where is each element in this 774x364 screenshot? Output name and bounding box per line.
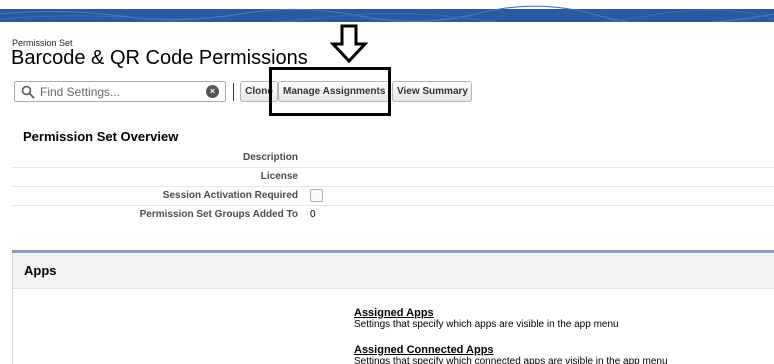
toolbar-divider [233, 83, 234, 101]
description-row: Description [12, 149, 774, 168]
down-arrow-icon [330, 24, 368, 64]
highlight-box [269, 67, 391, 116]
assigned-apps-description: Settings that specify which apps are vis… [354, 319, 619, 330]
apps-header [12, 253, 774, 289]
assigned-apps-link[interactable]: Assigned Apps [354, 307, 619, 319]
assigned-apps-item: Assigned Apps Settings that specify whic… [354, 307, 619, 330]
assigned-connected-apps-description: Settings that specify which connected ap… [354, 356, 668, 364]
apps-left-border [12, 253, 13, 364]
search-input[interactable] [40, 84, 200, 100]
search-icon [21, 85, 35, 99]
clear-icon[interactable]: × [206, 85, 219, 98]
banner-pattern [0, 5, 774, 22]
session-activation-label: Session Activation Required [162, 190, 298, 201]
permission-set-groups-label: Permission Set Groups Added To [139, 209, 298, 220]
view-summary-button[interactable]: View Summary [392, 81, 472, 102]
session-activation-checkbox [310, 189, 323, 202]
apps-title: Apps [24, 263, 57, 278]
overview-title: Permission Set Overview [23, 129, 179, 144]
license-row: License [12, 168, 774, 187]
page-title: Barcode & QR Code Permissions [11, 47, 308, 69]
assigned-connected-apps-item: Assigned Connected Apps Settings that sp… [354, 344, 668, 364]
session-activation-row: Session Activation Required [12, 187, 774, 206]
description-label: Description [242, 152, 298, 163]
permission-set-groups-row: Permission Set Groups Added To 0 [12, 206, 774, 225]
find-settings-field[interactable]: × [14, 81, 226, 102]
permission-set-groups-value: 0 [310, 209, 316, 220]
assigned-connected-apps-link[interactable]: Assigned Connected Apps [354, 344, 668, 356]
license-label: License [260, 171, 298, 182]
top-banner [0, 0, 774, 22]
